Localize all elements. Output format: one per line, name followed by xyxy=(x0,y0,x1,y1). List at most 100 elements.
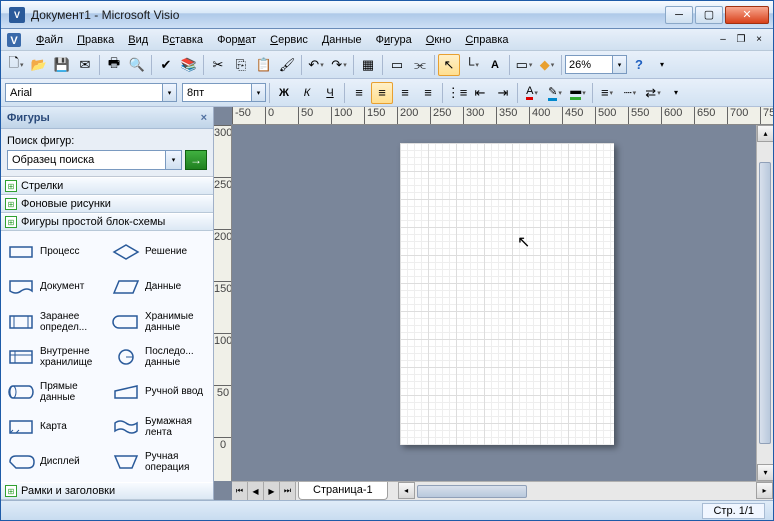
doc-restore[interactable]: ❐ xyxy=(733,33,749,47)
category-Фоновые рисунки[interactable]: ⊞Фоновые рисунки xyxy=(1,195,213,213)
maximize-button[interactable]: ▢ xyxy=(695,6,723,24)
menu-вставка[interactable]: Вставка xyxy=(155,32,210,48)
shape-8[interactable]: Прямые данные xyxy=(3,375,106,408)
category-Фигуры простой блок-схемы[interactable]: ⊞Фигуры простой блок-схемы xyxy=(1,213,213,231)
text-tool[interactable]: A xyxy=(484,54,506,76)
tab-first-icon[interactable]: ⏮ xyxy=(232,482,248,500)
new-button[interactable]: 🗋 xyxy=(5,54,27,76)
align-center-button[interactable]: ≡ xyxy=(371,82,393,104)
menu-данные[interactable]: Данные xyxy=(315,32,369,48)
toolbar-options-2[interactable]: ▾ xyxy=(665,82,687,104)
shape-2[interactable]: Документ xyxy=(3,270,106,303)
drawing-page[interactable] xyxy=(400,143,614,445)
menu-файл[interactable]: Файл xyxy=(29,32,70,48)
connector-tool[interactable]: └ xyxy=(461,54,483,76)
cut-button[interactable]: ✂ xyxy=(207,54,229,76)
drawing-canvas[interactable]: ↖ xyxy=(232,125,756,481)
tab-last-icon[interactable]: ⏭ xyxy=(280,482,296,500)
stencil-button[interactable]: ▦ xyxy=(357,54,379,76)
fill-color-button[interactable]: ▬ xyxy=(567,82,589,104)
vertical-scrollbar[interactable]: ▴ ▾ xyxy=(756,125,773,481)
spellcheck-button[interactable]: ✔ xyxy=(155,54,177,76)
search-go-button[interactable]: → xyxy=(185,150,207,170)
line-color-button[interactable]: ✎ xyxy=(544,82,566,104)
shape-11[interactable]: Бумажная лента xyxy=(108,410,211,443)
font-name-input[interactable] xyxy=(5,83,163,102)
connect-button[interactable]: ⫘ xyxy=(409,54,431,76)
print-button[interactable]: 🖶 xyxy=(103,54,125,76)
align-left-button[interactable]: ≡ xyxy=(348,82,370,104)
bullets-button[interactable]: ⋮≡ xyxy=(446,82,468,104)
help-button[interactable]: ? xyxy=(628,54,650,76)
search-input[interactable] xyxy=(7,150,166,170)
line-pattern-button[interactable]: ┈ xyxy=(619,82,641,104)
shape-10[interactable]: Карта xyxy=(3,410,106,443)
scroll-left-button[interactable]: ◂ xyxy=(398,482,415,499)
zoom-input[interactable] xyxy=(565,55,613,74)
open-button[interactable]: 📂 xyxy=(28,54,50,76)
zoom-dropdown[interactable]: ▾ xyxy=(613,55,627,74)
pointer-tool[interactable]: ↖ xyxy=(438,54,460,76)
horizontal-scrollbar[interactable]: ◂ ▸ xyxy=(398,482,773,500)
hscroll-thumb[interactable] xyxy=(417,485,527,498)
shapes-window-button[interactable]: ▭ xyxy=(386,54,408,76)
justify-button[interactable]: ≡ xyxy=(417,82,439,104)
menu-сервис[interactable]: Сервис xyxy=(263,32,315,48)
shape-13[interactable]: Ручная операция xyxy=(108,445,211,478)
italic-button[interactable]: К xyxy=(296,82,318,104)
menu-окно[interactable]: Окно xyxy=(419,32,459,48)
vscroll-thumb[interactable] xyxy=(759,162,771,444)
shape-1[interactable]: Решение xyxy=(108,235,211,268)
painter-button[interactable]: 🖌 xyxy=(276,54,298,76)
shape-4[interactable]: Заранее определ... xyxy=(3,305,106,338)
bold-button[interactable]: Ж xyxy=(273,82,295,104)
font-name-combo[interactable]: ▾ xyxy=(5,83,177,102)
font-size-dropdown[interactable]: ▾ xyxy=(252,83,266,102)
tab-next-icon[interactable]: ▶ xyxy=(264,482,280,500)
menu-справка[interactable]: Справка xyxy=(458,32,515,48)
font-size-combo[interactable]: ▾ xyxy=(182,83,266,102)
category-Рамки и заголовки[interactable]: ⊞Рамки и заголовки xyxy=(1,482,213,500)
toolbar-options[interactable]: ▾ xyxy=(651,54,673,76)
paste-button[interactable]: 📋 xyxy=(253,54,275,76)
line-weight-button[interactable]: ≡ xyxy=(596,82,618,104)
font-size-input[interactable] xyxy=(182,83,252,102)
menu-правка[interactable]: Правка xyxy=(70,32,121,48)
rectangle-tool[interactable]: ▭ xyxy=(513,54,535,76)
font-name-dropdown[interactable]: ▾ xyxy=(163,83,177,102)
undo-button[interactable]: ↶ xyxy=(305,54,327,76)
scroll-down-button[interactable]: ▾ xyxy=(757,464,773,481)
email-button[interactable]: ✉ xyxy=(74,54,96,76)
sidebar-close-icon[interactable]: × xyxy=(201,112,207,124)
close-button[interactable]: ✕ xyxy=(725,6,769,24)
scroll-up-button[interactable]: ▴ xyxy=(757,125,773,142)
save-button[interactable]: 💾 xyxy=(51,54,73,76)
doc-minimize[interactable]: – xyxy=(715,33,731,47)
shape-7[interactable]: Последо... данные xyxy=(108,340,211,373)
minimize-button[interactable]: ─ xyxy=(665,6,693,24)
zoom-combo[interactable]: ▾ xyxy=(565,55,627,74)
shape-6[interactable]: Внутренне хранилище xyxy=(3,340,106,373)
rotate-tool[interactable]: ◆ xyxy=(536,54,558,76)
shape-12[interactable]: Дисплей xyxy=(3,445,106,478)
font-color-button[interactable]: A xyxy=(521,82,543,104)
menu-фигура[interactable]: Фигура xyxy=(369,32,419,48)
scroll-right-button[interactable]: ▸ xyxy=(756,482,773,499)
shape-5[interactable]: Хранимые данные xyxy=(108,305,211,338)
doc-close[interactable]: × xyxy=(751,33,767,47)
redo-button[interactable]: ↷ xyxy=(328,54,350,76)
underline-button[interactable]: Ч xyxy=(319,82,341,104)
menu-вид[interactable]: Вид xyxy=(121,32,155,48)
line-ends-button[interactable]: ⇄ xyxy=(642,82,664,104)
copy-button[interactable]: ⎘ xyxy=(230,54,252,76)
preview-button[interactable]: 🔍 xyxy=(126,54,148,76)
shape-9[interactable]: Ручной ввод xyxy=(108,375,211,408)
indent-button[interactable]: ⇥ xyxy=(492,82,514,104)
research-button[interactable]: 📚 xyxy=(178,54,200,76)
page-tab[interactable]: Страница-1 xyxy=(298,482,388,500)
search-dropdown[interactable]: ▾ xyxy=(166,150,182,170)
menu-формат[interactable]: Формат xyxy=(210,32,263,48)
outdent-button[interactable]: ⇤ xyxy=(469,82,491,104)
shape-3[interactable]: Данные xyxy=(108,270,211,303)
shape-0[interactable]: Процесс xyxy=(3,235,106,268)
